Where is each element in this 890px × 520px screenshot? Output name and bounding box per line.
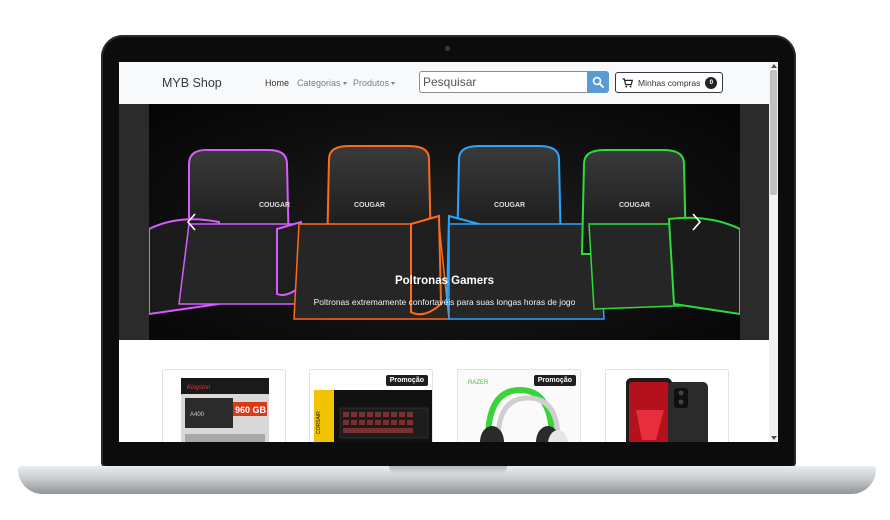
ssd-image: Kingston A400 960 GB [181, 378, 269, 442]
keyboard-brand: CORSAIR [316, 411, 322, 434]
webcam [445, 46, 450, 51]
promo-badge: Promoção [385, 375, 428, 386]
navbar: MYB Shop Home Categorias Produtos Minhas… [119, 62, 769, 104]
chevron-right-icon[interactable] [689, 212, 703, 232]
chair-pink [149, 148, 311, 316]
chair-brand-text: COUGAR [259, 202, 290, 209]
promo-badge: Promoção [533, 375, 576, 386]
cart-count-badge: 0 [705, 76, 718, 89]
nav-categorias-dropdown[interactable]: Categorias [297, 78, 347, 88]
product-card-smartphone[interactable] [605, 369, 729, 442]
cart-label: Minhas compras [638, 77, 701, 88]
smartphone-image [626, 378, 708, 442]
cart-button[interactable]: Minhas compras 0 [615, 72, 723, 93]
product-card-ssd[interactable]: Kingston A400 960 GB [162, 369, 286, 442]
nav-categorias-label: Categorias [297, 78, 341, 88]
hero-carousel: COUGAR COUGAR COUGAR COUGAR Poltronas Ga… [149, 104, 740, 340]
carousel-title: Poltronas Gamers [394, 275, 495, 287]
product-card-headset[interactable]: RAZER Promoção [457, 369, 581, 442]
nav-home[interactable]: Home [265, 78, 289, 88]
chair-brand-text: COUGAR [619, 202, 650, 209]
carousel-caption: Poltronas extremamente confortavéis para… [313, 297, 576, 307]
scrollbar-thumb[interactable] [770, 70, 777, 195]
brand-logo[interactable]: MYB Shop [162, 76, 222, 90]
page-scrollbar[interactable] [769, 62, 778, 442]
product-card-keyboard[interactable]: CORSAIR Promoção [309, 369, 433, 442]
search-icon [592, 76, 604, 88]
chair-blue [445, 145, 605, 320]
search-button[interactable] [587, 71, 609, 93]
caret-down-icon [391, 82, 396, 86]
chair-brand-text: COUGAR [494, 202, 525, 209]
ssd-capacity: 960 GB [235, 405, 267, 415]
browser-viewport: MYB Shop Home Categorias Produtos Minhas… [119, 62, 778, 442]
laptop-notch [389, 466, 507, 474]
nav-produtos-dropdown[interactable]: Produtos [353, 78, 396, 88]
ssd-model: A400 [190, 412, 205, 418]
chair-green [580, 149, 740, 316]
nav-produtos-label: Produtos [353, 78, 390, 88]
scroll-up-icon[interactable] [771, 64, 777, 68]
scroll-down-icon[interactable] [771, 436, 777, 440]
chair-brand-text: COUGAR [354, 202, 385, 209]
chevron-left-icon[interactable] [185, 212, 199, 232]
ssd-brand: Kingston [187, 385, 211, 391]
caret-down-icon [342, 82, 347, 86]
chair-orange [293, 145, 450, 320]
headset-brand: RAZER [468, 380, 489, 386]
search-input[interactable] [419, 71, 587, 93]
cart-icon [622, 77, 633, 87]
nav-home-label: Home [265, 78, 290, 88]
